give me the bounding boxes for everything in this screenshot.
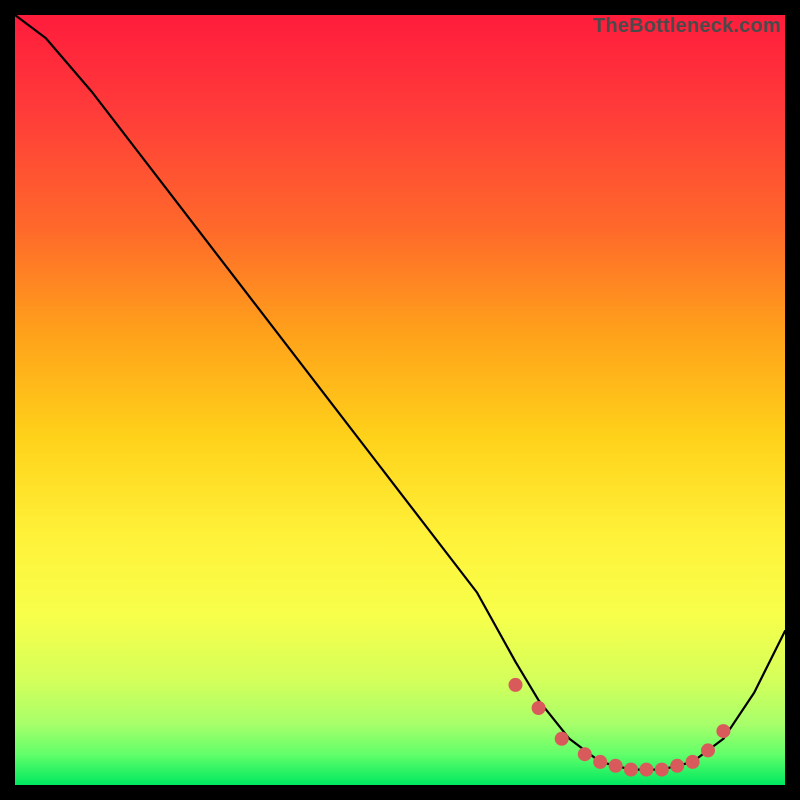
marker-dot [578,747,592,761]
marker-dot [716,724,730,738]
marker-dot [532,701,546,715]
chart-frame: TheBottleneck.com [0,0,800,800]
marker-dot [593,755,607,769]
marker-dot [639,763,653,777]
marker-dot [509,678,523,692]
marker-dot [624,763,638,777]
marker-dot [670,759,684,773]
marker-dot [686,755,700,769]
marker-dots [509,678,731,777]
marker-dot [609,759,623,773]
marker-dot [701,743,715,757]
marker-dot [555,732,569,746]
marker-dot [655,763,669,777]
chart-svg [15,15,785,785]
bottleneck-curve [15,15,785,770]
gradient-plot-area: TheBottleneck.com [15,15,785,785]
